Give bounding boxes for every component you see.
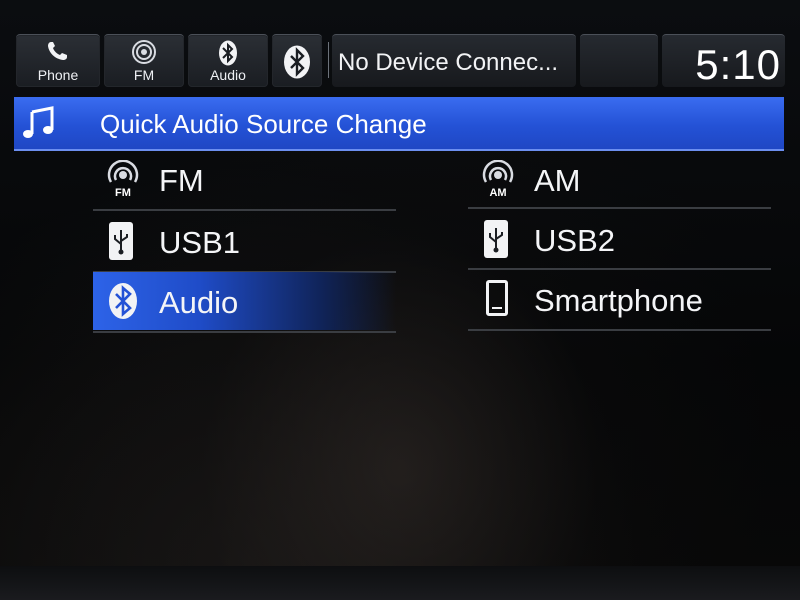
- list-divider: [93, 331, 396, 333]
- topbar-divider: [328, 42, 329, 78]
- list-divider: [468, 207, 771, 209]
- fm-icon-text: FM: [115, 187, 131, 198]
- source-label: USB2: [534, 223, 615, 258]
- fm-radio-icon: [130, 40, 158, 69]
- screen-bezel: [0, 566, 800, 600]
- device-status-text: No Device Connec...: [338, 49, 559, 76]
- source-item-usb2[interactable]: USB2: [468, 210, 771, 268]
- bluetooth-icon: [105, 282, 141, 320]
- source-label: FM: [159, 163, 204, 198]
- source-item-am[interactable]: AM AM: [468, 150, 771, 208]
- clock-display: 5:10: [662, 34, 785, 88]
- am-radio-icon: AM: [480, 159, 516, 199]
- fm-radio-icon: FM: [105, 159, 141, 199]
- device-status-field[interactable]: No Device Connec...: [332, 34, 576, 87]
- usb-icon: [480, 220, 516, 258]
- list-divider: [468, 329, 771, 331]
- source-item-usb1[interactable]: USB1: [93, 212, 396, 270]
- phone-handset-icon: [45, 40, 71, 67]
- source-item-smartphone[interactable]: Smartphone: [468, 270, 771, 328]
- source-label: Audio: [159, 285, 239, 320]
- top-status-bar: Phone FM Audio No Device Connec... 5:10: [10, 34, 785, 88]
- source-item-audio[interactable]: Audio: [93, 272, 396, 330]
- bluetooth-status-button[interactable]: [272, 34, 322, 87]
- source-label: Smartphone: [534, 283, 703, 318]
- page-title: Quick Audio Source Change: [100, 109, 427, 139]
- phone-button[interactable]: Phone: [16, 34, 100, 87]
- usb-icon: [105, 222, 141, 260]
- source-label: USB1: [159, 225, 240, 260]
- smartphone-icon: [480, 280, 516, 318]
- source-item-fm[interactable]: FM FM: [93, 150, 396, 208]
- clock-time: 5:10: [695, 41, 781, 88]
- source-label: AM: [534, 163, 581, 198]
- audio-button[interactable]: Audio: [188, 34, 268, 87]
- infotainment-screen: Phone FM Audio No Device Connec... 5:10 …: [0, 0, 800, 600]
- am-icon-text: AM: [489, 187, 506, 198]
- list-divider: [93, 209, 396, 211]
- fm-button[interactable]: FM: [104, 34, 184, 87]
- source-change-header: Quick Audio Source Change: [14, 97, 784, 151]
- fm-button-label: FM: [133, 67, 155, 83]
- status-slot: [580, 34, 658, 87]
- bluetooth-icon: [283, 45, 311, 84]
- music-note-icon: [22, 106, 58, 145]
- audio-button-label: Audio: [210, 67, 246, 83]
- phone-button-label: Phone: [37, 67, 79, 83]
